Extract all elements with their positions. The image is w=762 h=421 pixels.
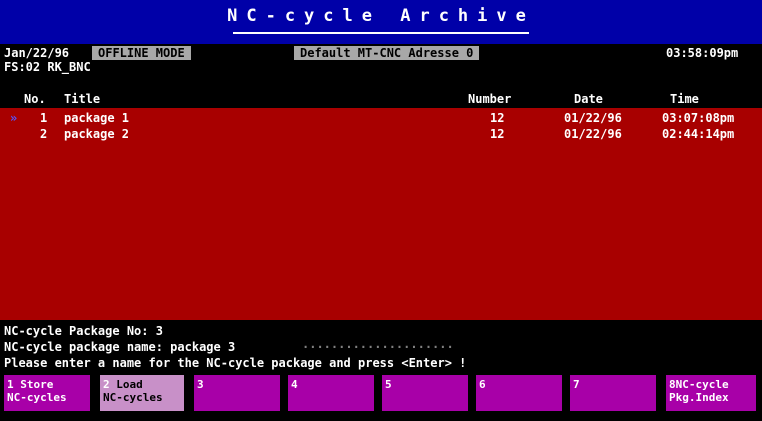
f7-key-number: 7 xyxy=(573,378,580,391)
package-list[interactable]: » 1 package 1 12 01/22/96 03:07:08pm 2 p… xyxy=(0,108,762,320)
f4-button[interactable]: 4 xyxy=(288,375,374,411)
app-title: NC-cycle Archive xyxy=(227,6,535,26)
f8-key-number: 8 xyxy=(669,378,676,391)
f3-button[interactable]: 3 xyxy=(194,375,280,411)
title-underline xyxy=(233,32,529,34)
row-time: 03:07:08pm xyxy=(662,111,735,125)
package-name-input[interactable]: ····················· xyxy=(302,340,454,354)
f8-label-line2: Pkg.Index xyxy=(669,391,729,404)
col-header-time: Time xyxy=(670,92,699,106)
row-date: 01/22/96 xyxy=(564,127,622,141)
row-time: 02:44:14pm xyxy=(662,127,735,141)
table-row[interactable]: 1 package 1 12 01/22/96 03:07:08pm xyxy=(0,111,762,125)
col-header-title: Title xyxy=(64,92,101,106)
row-title: package 1 xyxy=(64,111,130,125)
f1-label-line1: Store xyxy=(20,378,54,391)
f7-button[interactable]: 7 xyxy=(570,375,656,411)
instruction-text: Please enter a name for the NC-cycle pac… xyxy=(4,356,467,370)
f2-label-line2: NC-cycles xyxy=(103,391,163,404)
mode-badge: OFFLINE MODE xyxy=(92,46,191,60)
col-header-no: No. xyxy=(24,92,46,106)
row-no: 1 xyxy=(40,111,48,125)
row-number: 12 xyxy=(490,127,505,141)
table-row[interactable]: 2 package 2 12 01/22/96 02:44:14pm xyxy=(0,127,762,141)
f2-label-line1: Load xyxy=(116,378,143,391)
row-number: 12 xyxy=(490,111,505,125)
col-header-number: Number xyxy=(468,92,512,106)
header-clock: 03:58:09pm xyxy=(666,46,739,60)
f6-key-number: 6 xyxy=(479,378,486,391)
f6-button[interactable]: 6 xyxy=(476,375,562,411)
f3-key-number: 3 xyxy=(197,378,204,391)
f1-key-number: 1 xyxy=(7,378,14,391)
f8-pkg-index-button[interactable]: 8NC-cycle Pkg.Index xyxy=(666,375,756,411)
row-title: package 2 xyxy=(64,127,130,141)
row-no: 2 xyxy=(40,127,48,141)
f5-button[interactable]: 5 xyxy=(382,375,468,411)
f1-store-button[interactable]: 1 Store NC-cycles xyxy=(4,375,90,411)
f2-key-number: 2 xyxy=(103,378,110,391)
f5-key-number: 5 xyxy=(385,378,392,391)
address-badge: Default MT-CNC Adresse 0 xyxy=(294,46,480,60)
package-name-label: NC-cycle package name: package 3 xyxy=(4,340,236,354)
header-date: Jan/22/96 xyxy=(4,46,70,60)
f4-key-number: 4 xyxy=(291,378,298,391)
row-date: 01/22/96 xyxy=(564,111,622,125)
col-header-date: Date xyxy=(574,92,603,106)
f1-label-line2: NC-cycles xyxy=(7,391,67,404)
f2-load-button[interactable]: 2 Load NC-cycles xyxy=(100,375,184,411)
f8-label-line1: NC-cycle xyxy=(675,378,729,391)
status-line: FS:02 RK_BNC xyxy=(4,60,91,74)
package-no-prompt: NC-cycle Package No: 3 xyxy=(4,324,163,338)
